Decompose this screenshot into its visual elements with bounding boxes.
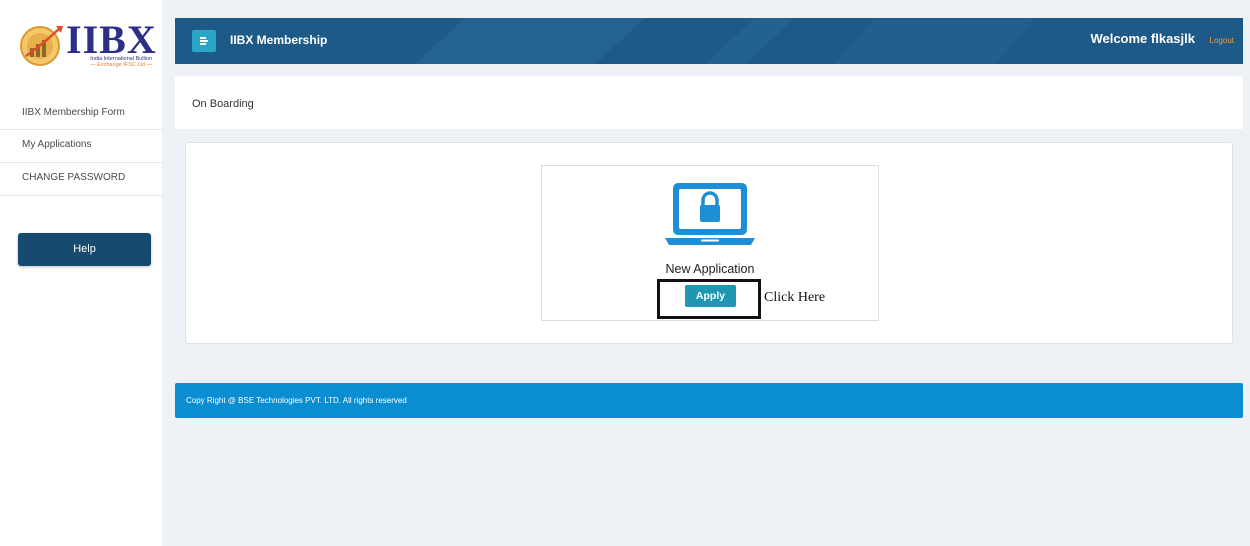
logo-subtitle-line2: — Exchange IFSC Ltd — <box>90 62 152 68</box>
top-header: IIBX Membership Welcome flkasjlk Logout <box>175 18 1243 64</box>
click-here-annotation: Click Here <box>764 290 826 305</box>
laptop-lock-icon <box>665 183 755 245</box>
sidebar-item-change-password[interactable]: CHANGE PASSWORD <box>0 163 162 196</box>
sidebar-item-membership-form[interactable]: IIBX Membership Form <box>0 98 162 130</box>
content-card: New Application Apply Click Here <box>185 142 1233 344</box>
apply-button[interactable]: Apply <box>685 285 736 307</box>
new-application-label: New Application <box>665 262 755 276</box>
sidebar: IIBX India International Bullion — Excha… <box>0 0 162 546</box>
logo-subtitle: India International Bullion — Exchange I… <box>66 56 152 68</box>
new-application-card: New Application Apply Click Here <box>541 165 879 321</box>
logo-emblem-icon <box>20 26 63 66</box>
header-title: IIBX Membership <box>230 33 328 47</box>
breadcrumb: On Boarding <box>192 98 254 110</box>
main-area: IIBX Membership Welcome flkasjlk Logout … <box>162 0 1250 546</box>
iibx-logo[interactable]: IIBX India International Bullion — Excha… <box>18 17 156 70</box>
sidebar-item-my-applications[interactable]: My Applications <box>0 130 162 163</box>
menu-toggle-button[interactable] <box>192 30 216 52</box>
header-stripes <box>415 18 1035 64</box>
footer-copyright: Copy Right @ BSE Technologies PVT. LTD. … <box>186 396 407 405</box>
sidebar-nav: IIBX Membership Form My Applications CHA… <box>0 98 162 196</box>
help-button[interactable]: Help <box>18 233 151 266</box>
footer: Copy Right @ BSE Technologies PVT. LTD. … <box>175 383 1243 418</box>
welcome-text: Welcome flkasjlk <box>1090 31 1195 46</box>
breadcrumb-card: On Boarding <box>175 76 1243 129</box>
logout-link[interactable]: Logout <box>1210 36 1234 45</box>
